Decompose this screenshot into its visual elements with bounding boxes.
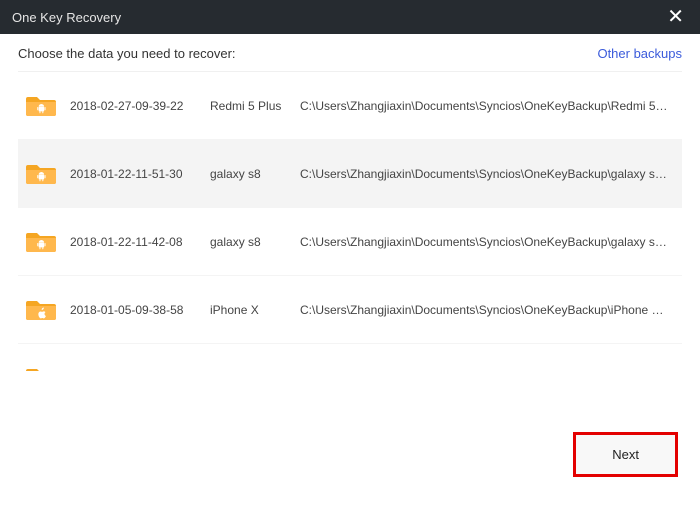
next-button[interactable]: Next [573, 432, 678, 477]
backup-row[interactable]: 2018-02-27-09-39-22Redmi 5 PlusC:\Users\… [18, 72, 682, 140]
header-row: Choose the data you need to recover: Oth… [0, 34, 700, 71]
window-title: One Key Recovery [12, 10, 121, 25]
folder-android-icon [26, 160, 70, 187]
other-backups-link[interactable]: Other backups [597, 46, 682, 61]
folder-android-icon [26, 364, 70, 371]
close-icon[interactable]: ✕ [663, 5, 688, 29]
backup-path: C:\Users\Zhangjiaxin\Documents\Syncios\O… [300, 99, 670, 113]
backup-row[interactable]: 2018-01-05-09-38-58iPhone XC:\Users\Zhan… [18, 276, 682, 344]
backup-device: galaxy s8 [210, 167, 300, 181]
backup-row[interactable]: 2018-01-22-11-42-08galaxy s8C:\Users\Zha… [18, 208, 682, 276]
backup-path: C:\Users\Zhangjiaxin\Documents\Syncios\O… [300, 235, 670, 249]
backup-device: iPhone X [210, 303, 300, 317]
backup-date: 2018-01-22-11-51-30 [70, 167, 210, 181]
backup-device: Redmi 5 Plus [210, 99, 300, 113]
backup-path: C:\Users\Zhangjiaxin\Documents\Syncios\O… [300, 167, 670, 181]
backup-path: C:\Users\Zhangjiaxin\Documents\Syncios\O… [300, 303, 670, 317]
folder-android-icon [26, 92, 70, 119]
folder-apple-icon [26, 296, 70, 323]
backup-row[interactable] [18, 344, 682, 371]
instruction-text: Choose the data you need to recover: [18, 46, 236, 61]
backup-row[interactable]: 2018-01-22-11-51-30galaxy s8C:\Users\Zha… [18, 140, 682, 208]
backup-date: 2018-02-27-09-39-22 [70, 99, 210, 113]
footer: Next [573, 432, 678, 477]
folder-android-icon [26, 228, 70, 255]
titlebar: One Key Recovery ✕ [0, 0, 700, 34]
backup-device: galaxy s8 [210, 235, 300, 249]
backup-list: 2018-02-27-09-39-22Redmi 5 PlusC:\Users\… [18, 71, 682, 371]
backup-date: 2018-01-22-11-42-08 [70, 235, 210, 249]
backup-date: 2018-01-05-09-38-58 [70, 303, 210, 317]
